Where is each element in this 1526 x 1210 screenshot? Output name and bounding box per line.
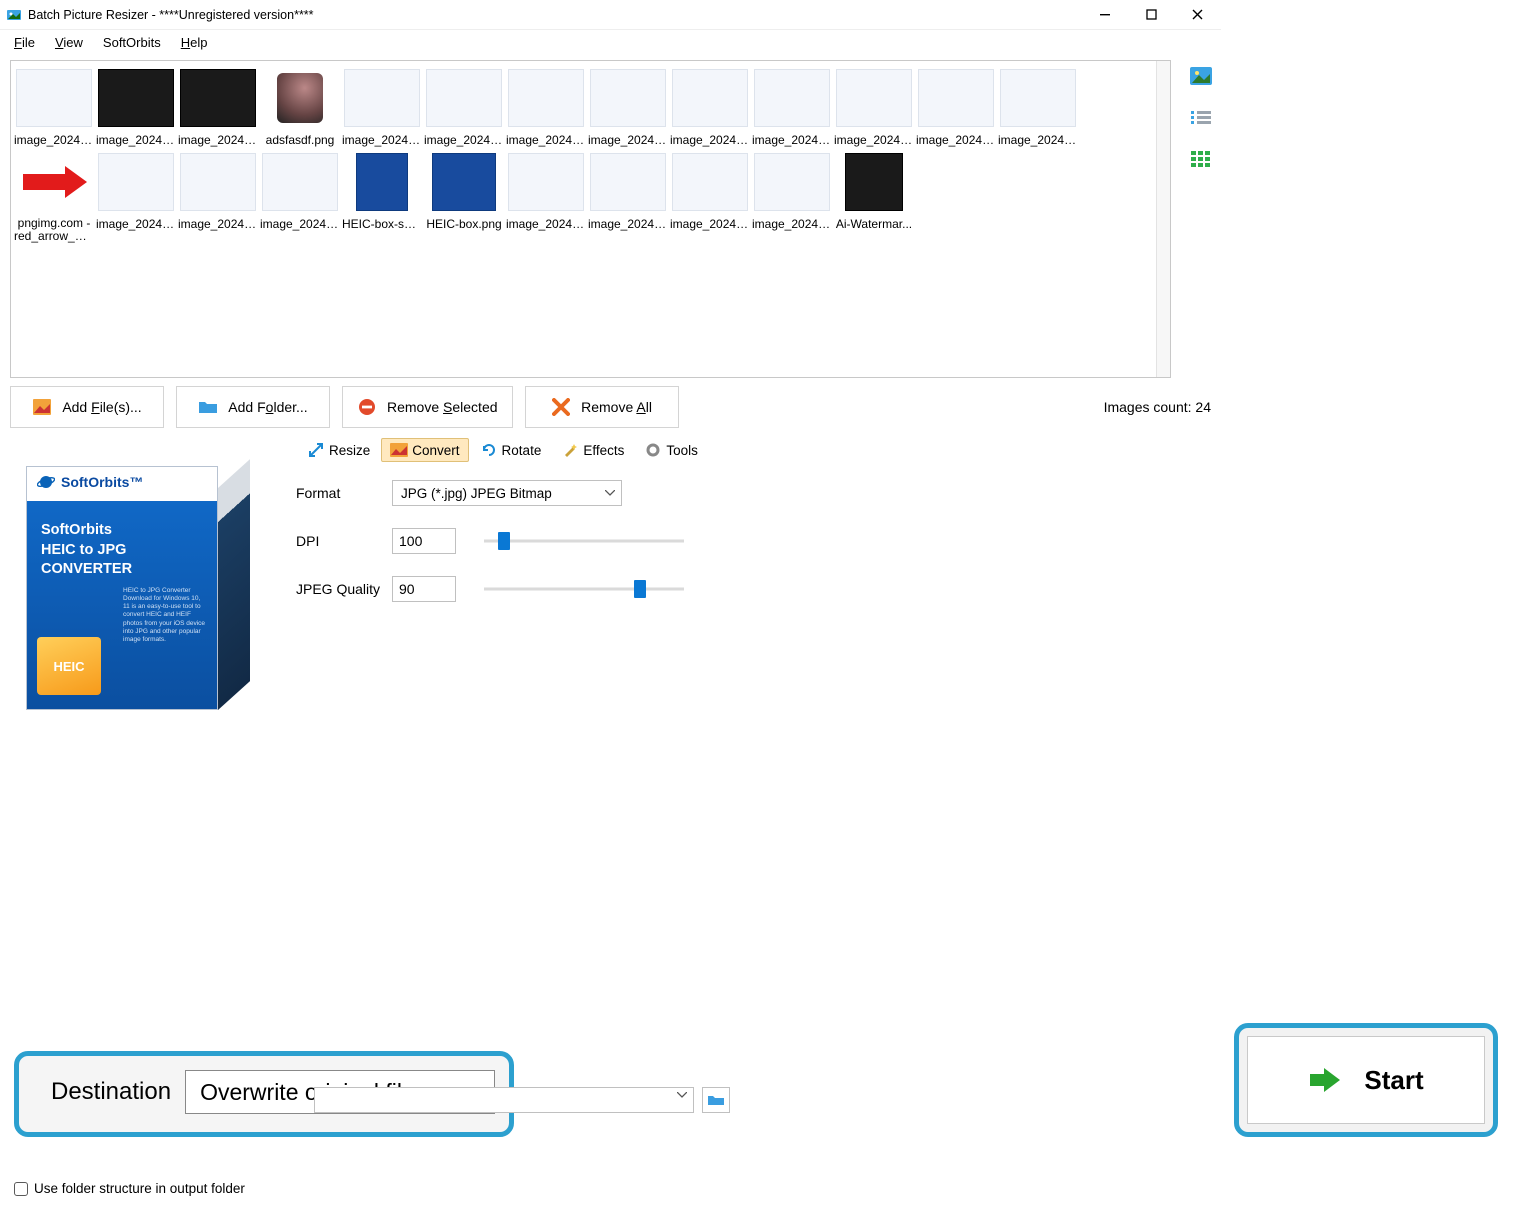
thumbnail-item[interactable]: image_2024-...: [669, 65, 751, 147]
settings-tabs: Resize Convert Rotate Effects Tools: [0, 438, 1221, 462]
thumbnail-item[interactable]: image_2024-...: [669, 149, 751, 243]
product-box: SoftOrbits™ SoftOrbits HEIC to JPG CONVE…: [26, 466, 250, 710]
thumbnail-item[interactable]: image_2024-...: [751, 149, 833, 243]
thumbnail-item[interactable]: image_2024-...: [259, 149, 341, 243]
menu-help[interactable]: Help: [171, 33, 218, 52]
thumbnail-item[interactable]: pngimg.com - red_arrow_PN...: [13, 149, 95, 243]
product-description: HEIC to JPG Converter Download for Windo…: [123, 587, 207, 644]
menu-softorbits[interactable]: SoftOrbits: [93, 33, 171, 52]
format-label: Format: [296, 485, 392, 501]
menu-view[interactable]: View: [45, 33, 93, 52]
menu-bar: File View SoftOrbits Help: [0, 30, 1221, 54]
remove-all-icon: [551, 398, 571, 416]
add-files-button[interactable]: Add File(s)...: [10, 386, 164, 428]
thumbnail-item[interactable]: image_2024-...: [341, 65, 423, 147]
thumbnail-item[interactable]: Ai-Watermar...: [833, 149, 915, 243]
start-highlight: Start: [1234, 1023, 1498, 1137]
destination-label: Destination: [51, 1078, 171, 1106]
thumbnail-item[interactable]: HEIC-box-sm...: [341, 149, 423, 243]
quality-slider[interactable]: [484, 579, 684, 599]
app-icon: [6, 7, 22, 23]
output-path-select[interactable]: [314, 1087, 694, 1113]
effects-icon: [561, 442, 579, 458]
remove-selected-label: Remove Selected: [387, 399, 498, 415]
lower-section: SoftOrbits™ SoftOrbits HEIC to JPG CONVE…: [0, 466, 1221, 710]
product-title: SoftOrbits HEIC to JPG CONVERTER: [41, 521, 217, 580]
thumbnail-item[interactable]: image_2024-...: [505, 65, 587, 147]
scrollbar-vertical[interactable]: [1156, 61, 1170, 377]
thumbnail-item[interactable]: image_2024-...: [587, 65, 669, 147]
thumbnail-item[interactable]: image_2024-...: [177, 65, 259, 147]
remove-icon: [357, 398, 377, 416]
dpi-input[interactable]: 100: [392, 528, 456, 554]
thumbnail-item[interactable]: HEIC-box.png: [423, 149, 505, 243]
tab-rotate[interactable]: Rotate: [471, 438, 551, 462]
view-grid-icon[interactable]: [1188, 148, 1214, 172]
image-icon: [32, 398, 52, 416]
thumbnail-item[interactable]: image_2024-...: [177, 149, 259, 243]
remove-selected-button[interactable]: Remove Selected: [342, 386, 513, 428]
view-list-icon[interactable]: [1188, 106, 1214, 130]
tab-tools[interactable]: Tools: [635, 438, 707, 462]
format-select[interactable]: JPG (*.jpg) JPEG Bitmap: [392, 480, 622, 506]
thumbnail-item[interactable]: image_2024-...: [505, 149, 587, 243]
add-folder-button[interactable]: Add Folder...: [176, 386, 330, 428]
quality-label: JPEG Quality: [296, 581, 392, 597]
checkbox-box[interactable]: [14, 1182, 28, 1196]
maximize-button[interactable]: [1129, 0, 1175, 30]
planet-icon: [37, 473, 55, 491]
convert-icon: [390, 442, 408, 458]
heic-badge: HEIC: [37, 637, 101, 695]
resize-icon: [307, 442, 325, 458]
add-folder-label: Add Folder...: [228, 399, 307, 415]
play-arrow-icon: [1308, 1066, 1342, 1094]
tab-effects[interactable]: Effects: [552, 438, 633, 462]
close-button[interactable]: [1175, 0, 1221, 30]
images-count: Images count: 24: [1104, 399, 1211, 415]
dpi-slider[interactable]: [484, 531, 684, 551]
chevron-down-icon: [677, 1092, 687, 1098]
dpi-label: DPI: [296, 533, 392, 549]
remove-all-label: Remove All: [581, 399, 652, 415]
gear-icon: [644, 442, 662, 458]
quality-input[interactable]: 90: [392, 576, 456, 602]
actions-toolbar: Add File(s)... Add Folder... Remove Sele…: [0, 378, 1221, 428]
view-thumbnails-icon[interactable]: [1188, 64, 1214, 88]
folder-structure-checkbox[interactable]: Use folder structure in output folder: [14, 1181, 1512, 1196]
thumbnail-item[interactable]: image_2024-...: [915, 65, 997, 147]
folder-icon: [198, 398, 218, 416]
minimize-button[interactable]: [1083, 0, 1129, 30]
folder-icon: [707, 1093, 725, 1107]
title-bar: Batch Picture Resizer - ****Unregistered…: [0, 0, 1221, 30]
remove-all-button[interactable]: Remove All: [525, 386, 679, 428]
thumbnail-item[interactable]: image_2024-...: [95, 65, 177, 147]
tab-resize[interactable]: Resize: [298, 438, 379, 462]
thumbnail-panel: image_2024-... image_2024-... image_2024…: [10, 60, 1171, 378]
thumbnail-item[interactable]: image_2024-...: [95, 149, 177, 243]
rotate-icon: [480, 442, 498, 458]
thumbnail-item[interactable]: image_2024-...: [423, 65, 505, 147]
browse-button[interactable]: [702, 1087, 730, 1113]
thumbnail-item[interactable]: image_2024-...: [997, 65, 1079, 147]
folder-structure-label: Use folder structure in output folder: [34, 1181, 245, 1196]
thumbnail-item[interactable]: image_2024-...: [13, 65, 95, 147]
thumbnail-item[interactable]: image_2024-...: [587, 149, 669, 243]
thumbnail-item[interactable]: adsfasdf.png: [259, 65, 341, 147]
brand-label: SoftOrbits™: [37, 473, 143, 491]
thumbnail-item[interactable]: image_2024-...: [833, 65, 915, 147]
convert-settings: Format JPG (*.jpg) JPEG Bitmap DPI 100 J…: [286, 466, 1221, 710]
menu-file[interactable]: File: [4, 33, 45, 52]
chevron-down-icon: [605, 490, 615, 496]
promo-panel: SoftOrbits™ SoftOrbits HEIC to JPG CONVE…: [0, 466, 286, 710]
add-files-label: Add File(s)...: [62, 399, 141, 415]
thumbnail-grid[interactable]: image_2024-... image_2024-... image_2024…: [11, 61, 1156, 377]
tab-convert[interactable]: Convert: [381, 438, 468, 462]
window-title: Batch Picture Resizer - ****Unregistered…: [28, 8, 1083, 22]
start-button[interactable]: Start: [1247, 1036, 1485, 1124]
thumbnail-item[interactable]: image_2024-...: [751, 65, 833, 147]
view-mode-toolbar: [1181, 54, 1221, 378]
bottom-bar: Destination Overwrite original files Sta…: [0, 1051, 1526, 1210]
